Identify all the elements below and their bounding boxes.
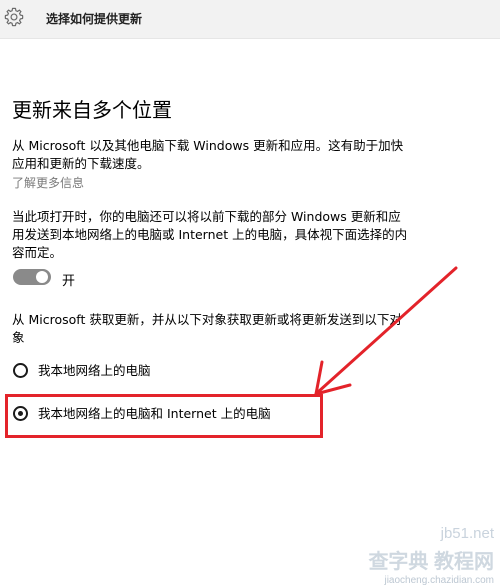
watermark-url: jiaocheng.chazidian.com	[384, 575, 494, 586]
toggle-knob	[36, 271, 48, 283]
section-description: 从 Microsoft 以及其他电脑下载 Windows 更新和应用。这有助于加…	[12, 138, 404, 171]
title-bar: 选择如何提供更新	[0, 0, 500, 39]
watermark-site: jb51.net	[440, 525, 494, 542]
delivery-toggle[interactable]	[13, 269, 51, 285]
annotation-arrow	[314, 266, 458, 396]
options-description: 从 Microsoft 获取更新，并从以下对象获取更新或将更新发送到以下对象	[12, 312, 402, 345]
radio-label: 我本地网络上的电脑	[38, 363, 151, 378]
window-title: 选择如何提供更新	[46, 12, 143, 26]
gear-icon[interactable]	[3, 6, 25, 28]
toggle-description: 当此项打开时，你的电脑还可以将以前下载的部分 Windows 更新和应用发送到本…	[12, 209, 408, 260]
section-heading: 更新来自多个位置	[12, 98, 172, 122]
learn-more-link[interactable]: 了解更多信息	[12, 174, 84, 191]
radio-button-unselected[interactable]	[13, 363, 28, 378]
watermark-brand: 查字典 教程网	[368, 551, 494, 573]
toggle-label: 开	[62, 274, 76, 289]
highlight-box	[5, 394, 323, 438]
